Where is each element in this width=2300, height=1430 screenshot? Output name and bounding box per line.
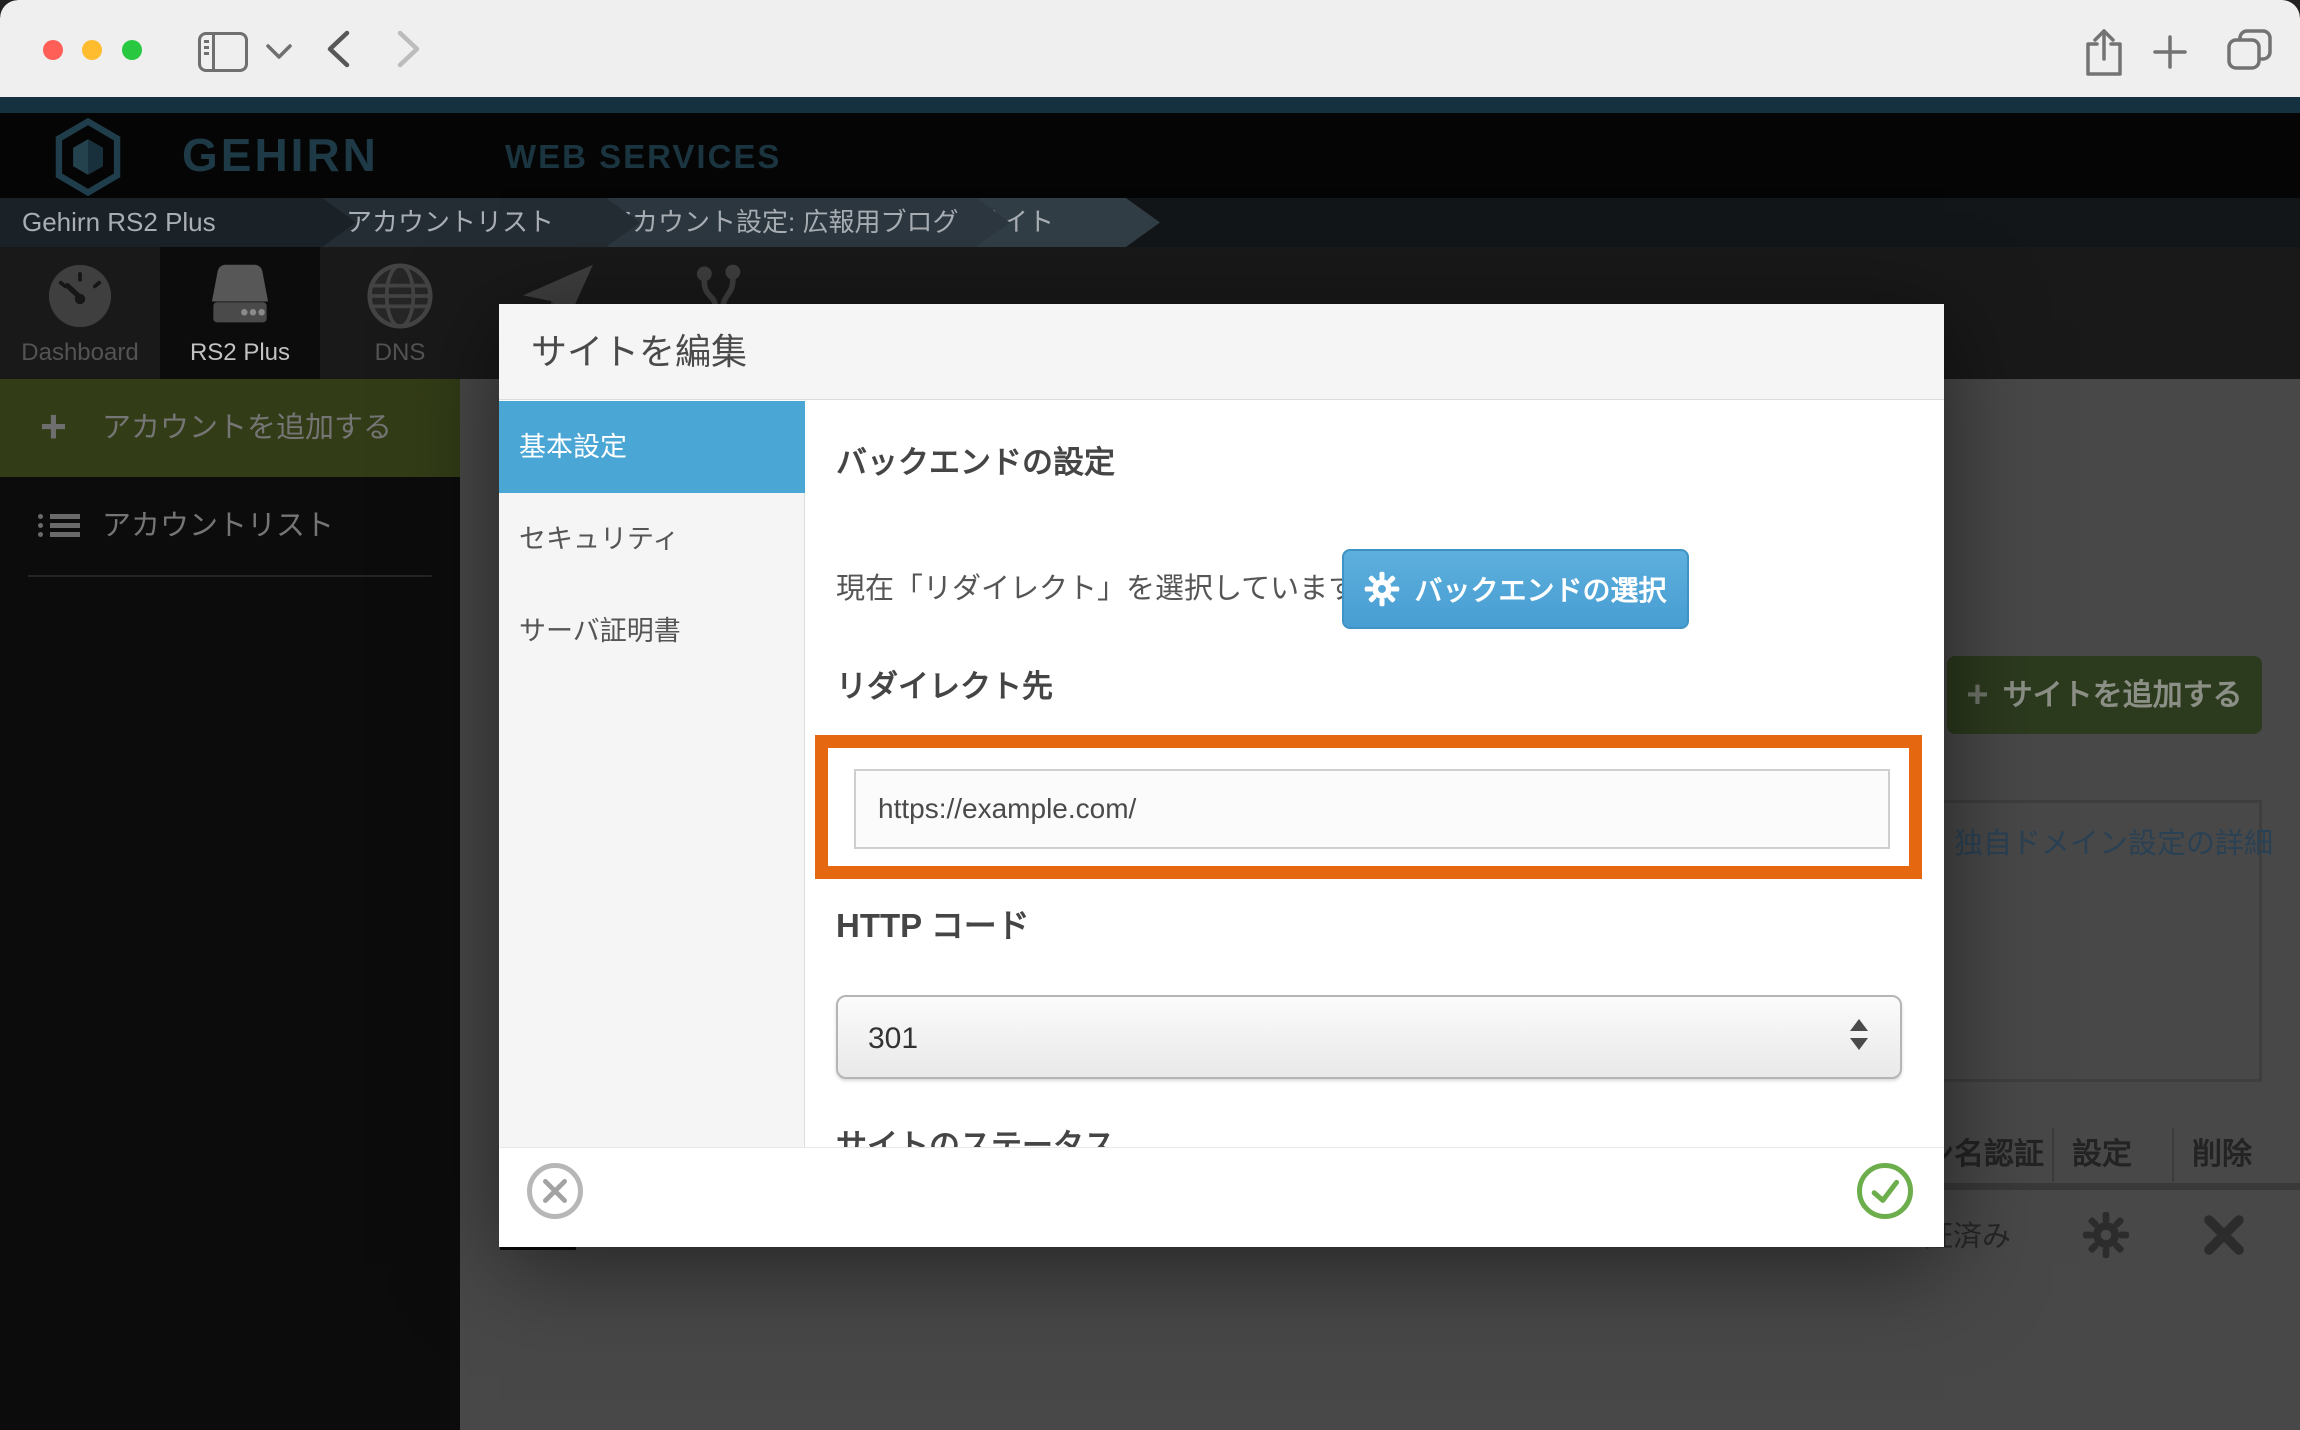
gear-icon[interactable] (2082, 1211, 2130, 1259)
delete-x-icon[interactable] (2202, 1213, 2246, 1257)
backend-heading: バックエンドの設定 (836, 437, 1115, 482)
forward-button[interactable] (396, 30, 422, 73)
zoom-window-button[interactable] (122, 40, 142, 60)
cancel-button[interactable] (527, 1163, 583, 1219)
app-header: GEHIRN WEB SERVICES ゲヒルン広報用プロジェクト Gehirn… (0, 113, 2300, 198)
server-icon (204, 259, 276, 331)
backend-current-text: 現在「リダイレクト」を選択しています。 (836, 565, 1383, 607)
close-window-button[interactable] (43, 40, 63, 60)
table-header-settings: 設定 (2072, 1128, 2132, 1182)
modal-header: サイトを編集 (499, 304, 1944, 400)
breadcrumb-item[interactable]: Gehirn RS2 Plus (0, 198, 356, 247)
modal-title: サイトを編集 (531, 304, 747, 400)
tab-overview-icon[interactable] (2226, 28, 2274, 77)
http-code-value: 301 (868, 997, 918, 1081)
chevron-down-icon[interactable] (266, 44, 292, 65)
edit-site-modal: サイトを編集 基本設定 セキュリティ サーバ証明書 バックエンドの設定 現在「リ… (499, 304, 1944, 1247)
clipped-next-heading: サイトのステータス (836, 1120, 1115, 1147)
tab-basic-settings[interactable]: 基本設定 (499, 401, 805, 493)
nav-item-rs2plus[interactable]: RS2 Plus (160, 247, 320, 379)
new-tab-icon[interactable] (2152, 34, 2188, 75)
annotation-highlight-box (815, 735, 1922, 879)
table-column-divider (2052, 1128, 2054, 1182)
modal-footer (499, 1147, 1944, 1247)
tab-security[interactable]: セキュリティ (499, 493, 805, 585)
gear-icon (1364, 571, 1400, 607)
sidebar-item-add-account[interactable]: + アカウントを追加する (0, 379, 460, 477)
plus-icon: + (1966, 674, 1988, 716)
browser-toolbar (0, 0, 2300, 97)
submit-button[interactable] (1857, 1163, 1913, 1219)
table-header-delete: 削除 (2192, 1128, 2252, 1182)
globe-icon (363, 259, 437, 333)
account-sidebar: + アカウントを追加する アカウントリスト (0, 379, 460, 1430)
check-icon (1867, 1173, 1903, 1209)
page-top-divider (0, 97, 2300, 113)
app-window: GEHIRN WEB SERVICES ゲヒルン広報用プロジェクト Gehirn… (0, 0, 2300, 1430)
sidebar-item-account-list[interactable]: アカウントリスト (0, 477, 460, 575)
table-header-underline (1920, 1183, 2300, 1190)
modal-body: 基本設定 セキュリティ サーバ証明書 バックエンドの設定 現在「リダイレクト」を… (499, 401, 1944, 1147)
close-x-icon (540, 1176, 570, 1206)
sidebar-toggle-icon[interactable] (198, 32, 248, 72)
http-code-heading: HTTP コード (836, 899, 1030, 947)
modal-content: バックエンドの設定 現在「リダイレクト」を選択しています。 (806, 401, 1944, 1147)
modal-tab-list: 基本設定 セキュリティ サーバ証明書 (499, 401, 805, 1147)
plus-icon: + (40, 379, 67, 477)
back-button[interactable] (325, 30, 351, 73)
brand-name: GEHIRN (182, 113, 379, 198)
choose-backend-button[interactable]: バックエンドの選択 (1342, 549, 1689, 629)
gehirn-logo-icon (30, 118, 146, 196)
list-icon (38, 513, 82, 541)
nav-item-dashboard[interactable]: Dashboard (0, 247, 160, 379)
sidebar-divider (28, 575, 432, 577)
minimize-window-button[interactable] (82, 40, 102, 60)
tab-server-certificate[interactable]: サーバ証明書 (499, 585, 805, 677)
breadcrumb: Gehirn RS2 Plus アカウントリスト アカウント設定: 広報用ブログ… (0, 198, 2300, 247)
add-site-button[interactable]: +サイトを追加する (1947, 656, 2262, 734)
table-column-divider (2172, 1128, 2174, 1182)
http-code-select[interactable]: 301 (836, 995, 1902, 1079)
share-icon[interactable] (2082, 26, 2126, 83)
domain-settings-link[interactable]: 独自ドメイン設定の詳細 (1954, 820, 2273, 862)
redirect-heading: リダイレクト先 (836, 661, 1053, 706)
nav-item-dns[interactable]: DNS (320, 247, 480, 379)
brand-subtitle: WEB SERVICES (505, 113, 781, 198)
dashboard-icon (43, 259, 117, 333)
select-spinner-icon (1850, 1019, 1868, 1050)
